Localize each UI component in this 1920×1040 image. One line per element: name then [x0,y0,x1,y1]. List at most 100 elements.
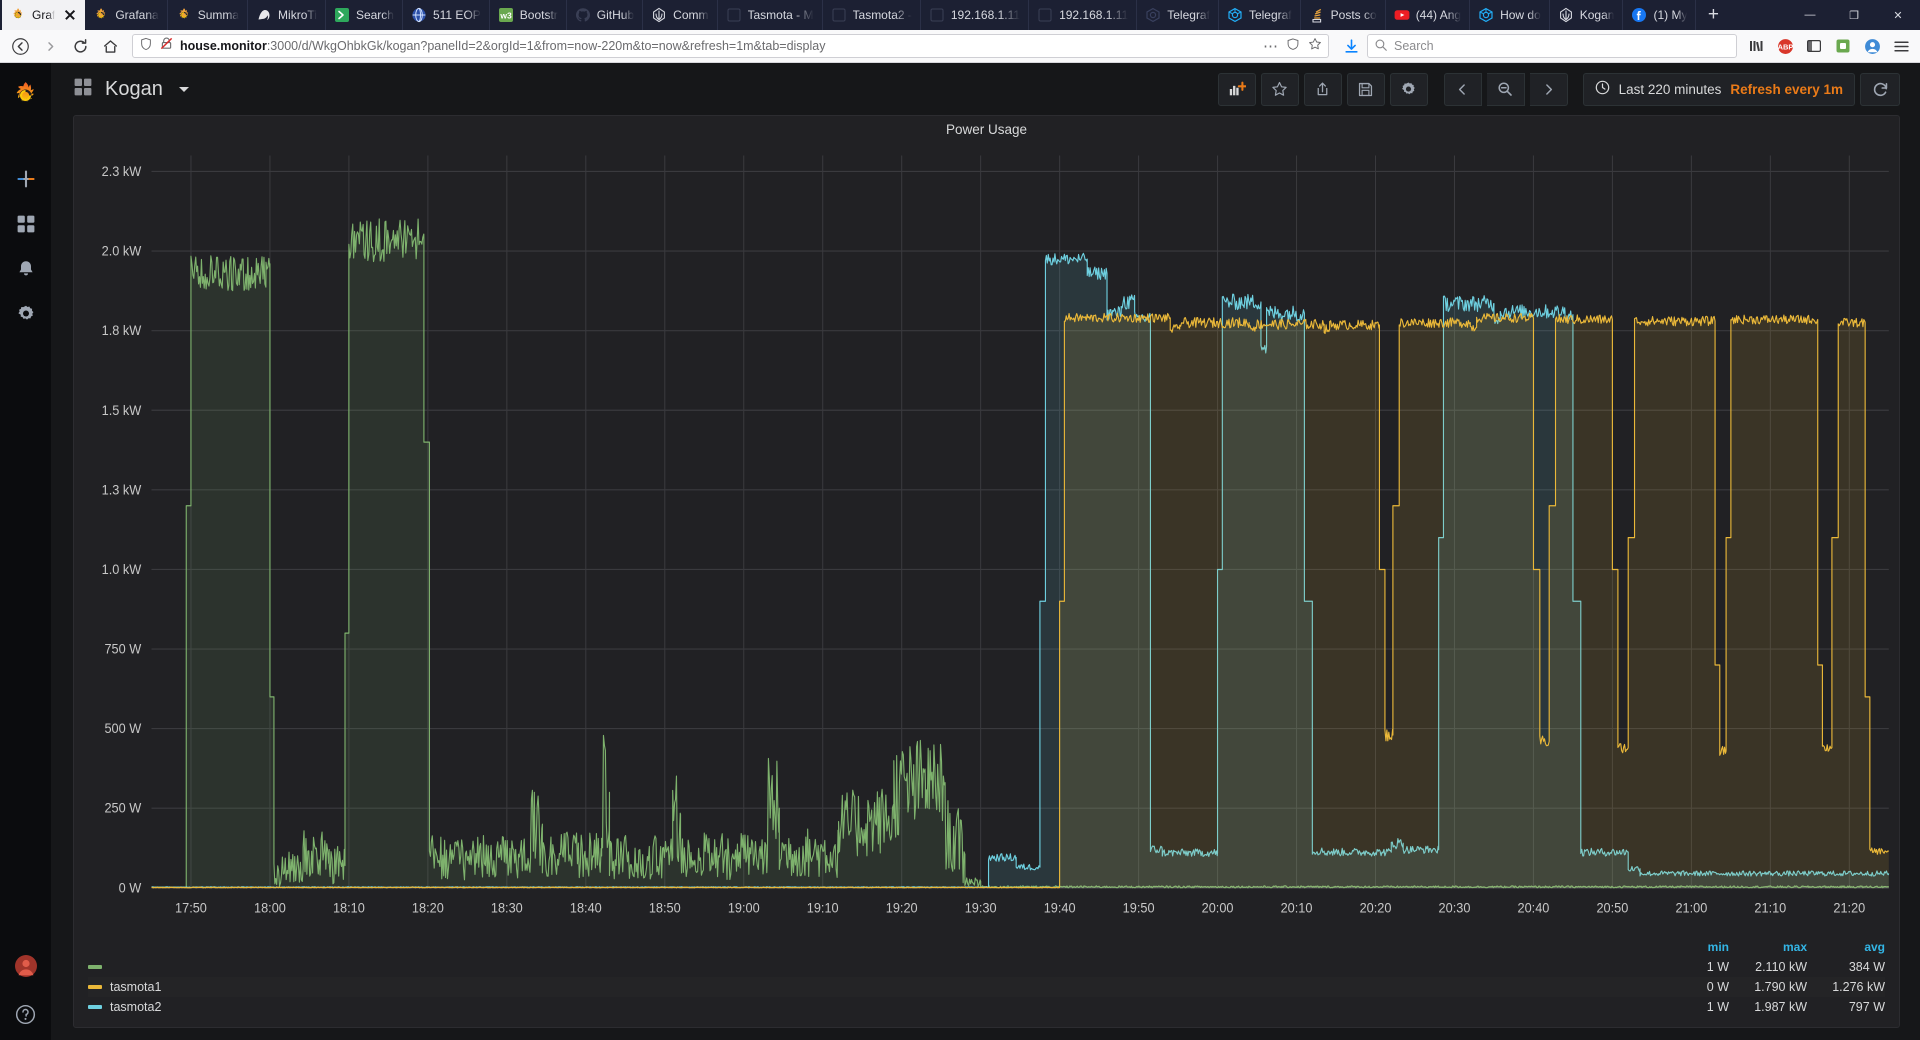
legend-color-swatch[interactable] [88,965,102,969]
x-axis-tick-label: 20:50 [1596,900,1628,916]
account-icon[interactable] [1859,33,1885,59]
legend-stat-min: 1 W [1651,960,1729,974]
browser-tab[interactable]: Graf [2,0,85,30]
sidebar-item-alerting[interactable] [0,246,51,291]
time-shift-back-button[interactable] [1444,73,1482,106]
forward-icon[interactable] [36,33,64,59]
browser-tab[interactable]: (44) Ang [1386,0,1470,30]
browser-tab[interactable]: MikroTi [248,0,326,30]
tab-title: Comm [673,8,708,22]
tab-title: How do [1500,8,1541,22]
browser-tab[interactable]: Search [326,0,403,30]
browser-tab[interactable]: Summa [168,0,248,30]
dashboard-settings-button[interactable] [1390,73,1428,106]
legend-header-max[interactable]: max [1729,940,1807,954]
sidebar-item-dashboards[interactable] [0,201,51,246]
legend-color-swatch[interactable] [88,1005,102,1009]
browser-tab[interactable]: (1) My [1623,0,1696,30]
browser-tab[interactable]: Grafana [85,0,167,30]
save-dashboard-button[interactable] [1347,73,1385,106]
sidebar-item-grafana-logo[interactable] [0,73,51,118]
browser-tab[interactable]: w3Bootstr [490,0,567,30]
adblock-icon[interactable]: ABP [1772,33,1798,59]
globe-blue-icon [411,7,427,23]
tab-title: Telegraf [1249,8,1292,22]
power-usage-graph[interactable]: 0 W250 W500 W750 W1.0 kW1.3 kW1.5 kW1.8 … [74,142,1899,933]
browser-tab[interactable]: Kogan [1550,0,1624,30]
legend-stat-max: 1.987 kW [1729,1000,1807,1014]
zoom-out-time-button[interactable] [1487,73,1525,106]
legend-header-min[interactable]: min [1651,940,1729,954]
browser-tab[interactable]: Telegraf [1137,0,1219,30]
library-icon[interactable] [1743,33,1769,59]
page-actions-icon[interactable]: ⋯ [1263,39,1278,54]
time-range-picker[interactable]: Last 220 minutes Refresh every 1m [1583,73,1855,106]
new-tab-button[interactable]: + [1696,0,1730,30]
search-input[interactable]: Search [1394,39,1434,53]
legend-row[interactable]: tasmota21 W1.987 kW797 W [88,997,1885,1017]
x-axis-tick-label: 17:50 [175,900,207,916]
close-icon[interactable] [63,8,77,22]
browser-tab[interactable]: Posts co [1301,0,1386,30]
refresh-dashboard-button[interactable] [1860,73,1900,106]
chevron-down-icon[interactable] [179,87,189,92]
sidebar-toggle-icon[interactable] [1801,33,1827,59]
legend-row[interactable]: tasmota10 W1.790 kW1.276 kW [88,977,1885,997]
panel-header[interactable]: Power Usage [74,116,1899,142]
browser-tab[interactable]: Telegraf [1219,0,1301,30]
time-shift-forward-button[interactable] [1530,73,1568,106]
star-dashboard-button[interactable] [1261,73,1299,106]
browser-tab[interactable]: 192.168.1.11 [1029,0,1137,30]
browser-tab[interactable]: Comm [643,0,717,30]
x-axis-tick-label: 18:40 [570,900,602,916]
insecure-connection-icon[interactable] [159,36,174,56]
dashboard-title[interactable]: Kogan [73,77,189,102]
back-icon[interactable] [6,33,34,59]
y-axis-tick-label: 1.0 kW [102,561,142,577]
bootstrap-icon: w3 [498,7,514,23]
browser-tab[interactable]: GitHub [567,0,643,30]
sidebar-item-create[interactable] [0,156,51,201]
sidebar-item-help[interactable] [0,988,51,1040]
legend-series-name[interactable]: tasmota2 [110,1000,161,1014]
x-axis-tick-label: 20:10 [1281,900,1313,916]
legend-color-swatch[interactable] [88,985,102,989]
sidebar-item-configuration[interactable] [0,291,51,336]
y-axis-tick-label: 1.3 kW [102,482,142,498]
browser-tab[interactable]: Tasmota2 - [823,0,921,30]
tab-title: Grafana [115,8,158,22]
browser-tab[interactable]: Tasmota - M [718,0,823,30]
shield-icon [139,37,153,56]
url-bar[interactable]: house.monitor:3000/d/WkgOhbkGk/kogan?pan… [132,34,1329,58]
close-window-button[interactable]: ✕ [1876,0,1920,30]
sidebar-item-user-avatar[interactable] [0,943,51,988]
bookmark-star-icon[interactable] [1308,37,1322,56]
legend-series-name[interactable]: tasmota1 [110,980,161,994]
browser-tab[interactable]: How do [1470,0,1550,30]
downloads-icon[interactable] [1337,33,1365,59]
app-menu-icon[interactable] [1888,33,1914,59]
x-axis-tick-label: 19:10 [807,900,839,916]
browser-navbar: house.monitor:3000/d/WkgOhbkGk/kogan?pan… [0,30,1920,63]
legend-header-avg[interactable]: avg [1807,940,1885,954]
share-dashboard-button[interactable] [1304,73,1342,106]
extension-green-icon[interactable] [1830,33,1856,59]
browser-tab[interactable]: 511 EOP [403,0,490,30]
maximize-window-button[interactable]: ❐ [1832,0,1876,30]
graph-canvas[interactable]: 0 W250 W500 W750 W1.0 kW1.3 kW1.5 kW1.8 … [74,142,1899,933]
browser-tab[interactable]: 192.168.1.11 [921,0,1029,30]
legend-row[interactable]: 1 W2.110 kW384 W [88,957,1885,977]
x-axis-tick-label: 18:10 [333,900,365,916]
add-panel-button[interactable] [1218,73,1256,106]
y-axis-tick-label: 500 W [104,721,141,737]
reader-mode-icon[interactable] [1286,37,1300,56]
tab-title: GitHub [597,8,634,22]
minimize-window-button[interactable]: — [1788,0,1832,30]
github-icon [575,7,591,23]
window-controls: — ❐ ✕ [1788,0,1920,30]
x-axis-tick-label: 19:30 [965,900,997,916]
search-bar[interactable]: Search [1367,34,1737,58]
home-icon[interactable] [96,33,124,59]
reload-icon[interactable] [66,33,94,59]
telegraf-dark-icon [1145,7,1161,23]
